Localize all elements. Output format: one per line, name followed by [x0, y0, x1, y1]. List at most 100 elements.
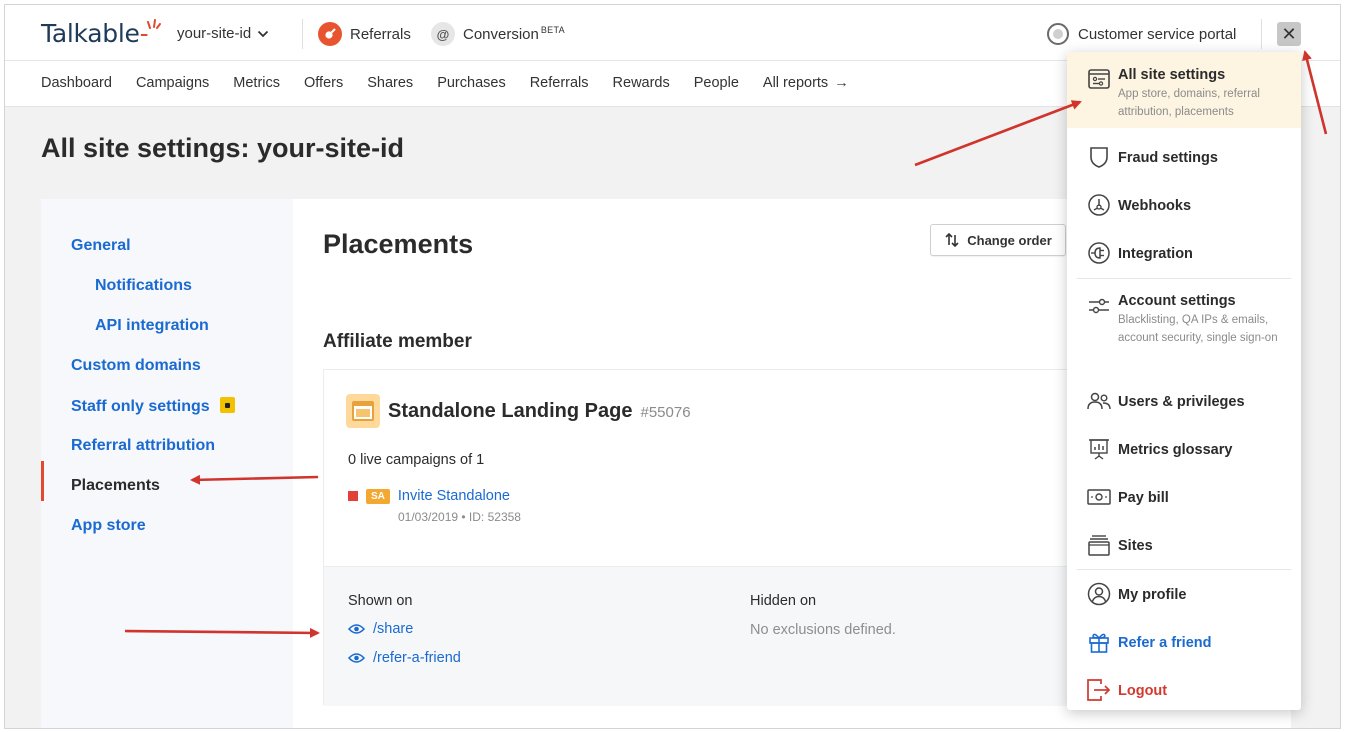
sidebar-item-app-store[interactable]: App store [71, 517, 146, 535]
menu-divider [1077, 569, 1291, 570]
menu-item-logout[interactable]: Logout [1067, 671, 1301, 709]
nav-metrics[interactable]: Metrics [233, 75, 280, 91]
product-referrals[interactable]: Referrals [318, 22, 411, 46]
logout-icon [1087, 678, 1111, 702]
app-window: Talkable- your-site-id Referrals @ Conve… [4, 4, 1341, 729]
nav-purchases[interactable]: Purchases [437, 75, 506, 91]
placement-title: Standalone Landing Page #55076 [388, 400, 691, 423]
nav-shares[interactable]: Shares [367, 75, 413, 91]
portal-icon [1047, 23, 1069, 45]
referrals-label: Referrals [350, 25, 411, 43]
shown-on-link-share[interactable]: /share [348, 621, 413, 637]
sidebar-item-referral-attribution[interactable]: Referral attribution [71, 437, 215, 455]
menu-item-label: Pay bill [1118, 490, 1169, 506]
hidden-on-label: Hidden on [750, 593, 817, 609]
menu-divider [1077, 278, 1291, 279]
menu-item-users-privileges[interactable]: Users & privileges [1067, 382, 1301, 420]
settings-sidebar: General Notifications API integration Cu… [41, 199, 293, 728]
customer-service-portal-link[interactable]: Customer service portal [1047, 23, 1236, 45]
change-order-button[interactable]: Change order [930, 224, 1066, 256]
nav-dashboard[interactable]: Dashboard [41, 75, 112, 91]
menu-item-webhooks[interactable]: Webhooks [1067, 186, 1301, 224]
campaign-link[interactable]: Invite Standalone [398, 488, 510, 504]
staff-only-label: Staff only settings [71, 398, 210, 415]
menu-item-label: Users & privileges [1118, 394, 1245, 410]
menu-item-label: Webhooks [1118, 198, 1192, 214]
menu-item-label: Logout [1118, 683, 1168, 699]
hidden-on-value: No exclusions defined. [750, 622, 896, 638]
settings-panel-icon [1087, 67, 1111, 91]
live-campaigns-count: 0 live campaigns of 1 [348, 452, 485, 468]
shown-on-label: Shown on [348, 593, 413, 609]
shown-on-path: /share [373, 621, 414, 637]
placement-name: Standalone Landing Page [388, 400, 633, 422]
sidebar-item-api-integration[interactable]: API integration [95, 317, 209, 335]
nav-offers[interactable]: Offers [304, 75, 343, 91]
presentation-chart-icon [1087, 437, 1111, 461]
logo-text: Talkable [41, 19, 140, 48]
campaign-meta: 01/03/2019 • ID: 52358 [398, 510, 521, 524]
talkable-logo[interactable]: Talkable- [41, 19, 149, 48]
gift-icon [1087, 630, 1111, 654]
logo-spark-icon [147, 19, 161, 29]
menu-item-all-site-settings[interactable]: All site settings App store, domains, re… [1067, 52, 1301, 128]
sidebar-item-notifications[interactable]: Notifications [95, 277, 192, 295]
sidebar-item-custom-domains[interactable]: Custom domains [71, 357, 201, 375]
menu-item-my-profile[interactable]: My profile [1067, 575, 1301, 613]
settings-dropdown-menu: All site settings App store, domains, re… [1067, 52, 1301, 710]
close-menu-button[interactable]: ✕ [1277, 22, 1301, 46]
menu-item-refer-a-friend[interactable]: Refer a friend [1067, 623, 1301, 661]
menu-item-label: Sites [1118, 538, 1153, 554]
menu-item-fraud-settings[interactable]: Fraud settings [1067, 138, 1301, 176]
nav-campaigns[interactable]: Campaigns [136, 75, 209, 91]
placement-id: #55076 [640, 404, 691, 421]
banknote-icon [1087, 485, 1111, 509]
sidebar-item-general[interactable]: General [71, 237, 131, 255]
placement-group-title: Affiliate member [323, 331, 472, 352]
stack-icon [1087, 533, 1111, 557]
portal-label: Customer service portal [1078, 25, 1237, 43]
menu-item-label: Account settings [1118, 293, 1236, 309]
menu-item-account-settings[interactable]: Account settings Blacklisting, QA IPs & … [1067, 284, 1301, 374]
header-divider [302, 19, 303, 49]
menu-item-pay-bill[interactable]: Pay bill [1067, 478, 1301, 516]
nav-rewards[interactable]: Rewards [613, 75, 670, 91]
sidebar-item-placements[interactable]: Placements [71, 477, 160, 495]
menu-item-sites[interactable]: Sites [1067, 526, 1301, 564]
menu-item-label: Metrics glossary [1118, 442, 1233, 458]
nav-referrals[interactable]: Referrals [530, 75, 589, 91]
eye-icon [348, 624, 365, 634]
menu-item-integration[interactable]: Integration [1067, 234, 1301, 272]
product-conversion[interactable]: @ Conversion BETA [431, 22, 565, 46]
conversion-label: Conversion [463, 26, 539, 43]
nav-people[interactable]: People [694, 75, 739, 91]
sort-arrows-icon [945, 232, 959, 248]
menu-item-description: App store, domains, referral attribution… [1118, 88, 1260, 118]
sidebar-item-staff-only-settings[interactable]: Staff only settings [71, 397, 235, 416]
referrals-icon [318, 22, 342, 46]
webhook-icon [1087, 193, 1111, 217]
all-reports-label: All reports [762, 75, 829, 91]
site-id-label: your-site-id [177, 25, 252, 42]
menu-item-label: Integration [1118, 246, 1193, 262]
sliders-icon [1087, 294, 1111, 318]
at-sign-icon: @ [431, 22, 455, 46]
chevron-down-icon [258, 30, 269, 37]
nav-all-reports[interactable]: All reports → [763, 75, 849, 91]
campaign-status-indicator [348, 491, 358, 501]
beta-badge: BETA [540, 25, 565, 35]
section-heading: Placements [323, 229, 474, 259]
lock-icon [219, 397, 235, 413]
menu-item-metrics-glossary[interactable]: Metrics glossary [1067, 430, 1301, 468]
user-circle-icon [1087, 582, 1111, 606]
campaign-row: SA Invite Standalone [348, 488, 510, 504]
shown-on-path: /refer-a-friend [373, 650, 461, 666]
menu-item-label: Fraud settings [1118, 150, 1218, 166]
menu-item-label: All site settings [1118, 67, 1226, 83]
shield-icon [1087, 145, 1111, 169]
site-selector[interactable]: your-site-id [177, 25, 269, 42]
plug-icon [1087, 241, 1111, 265]
active-indicator [41, 461, 44, 501]
header-divider-right [1261, 19, 1262, 49]
shown-on-link-refer-a-friend[interactable]: /refer-a-friend [348, 650, 461, 666]
